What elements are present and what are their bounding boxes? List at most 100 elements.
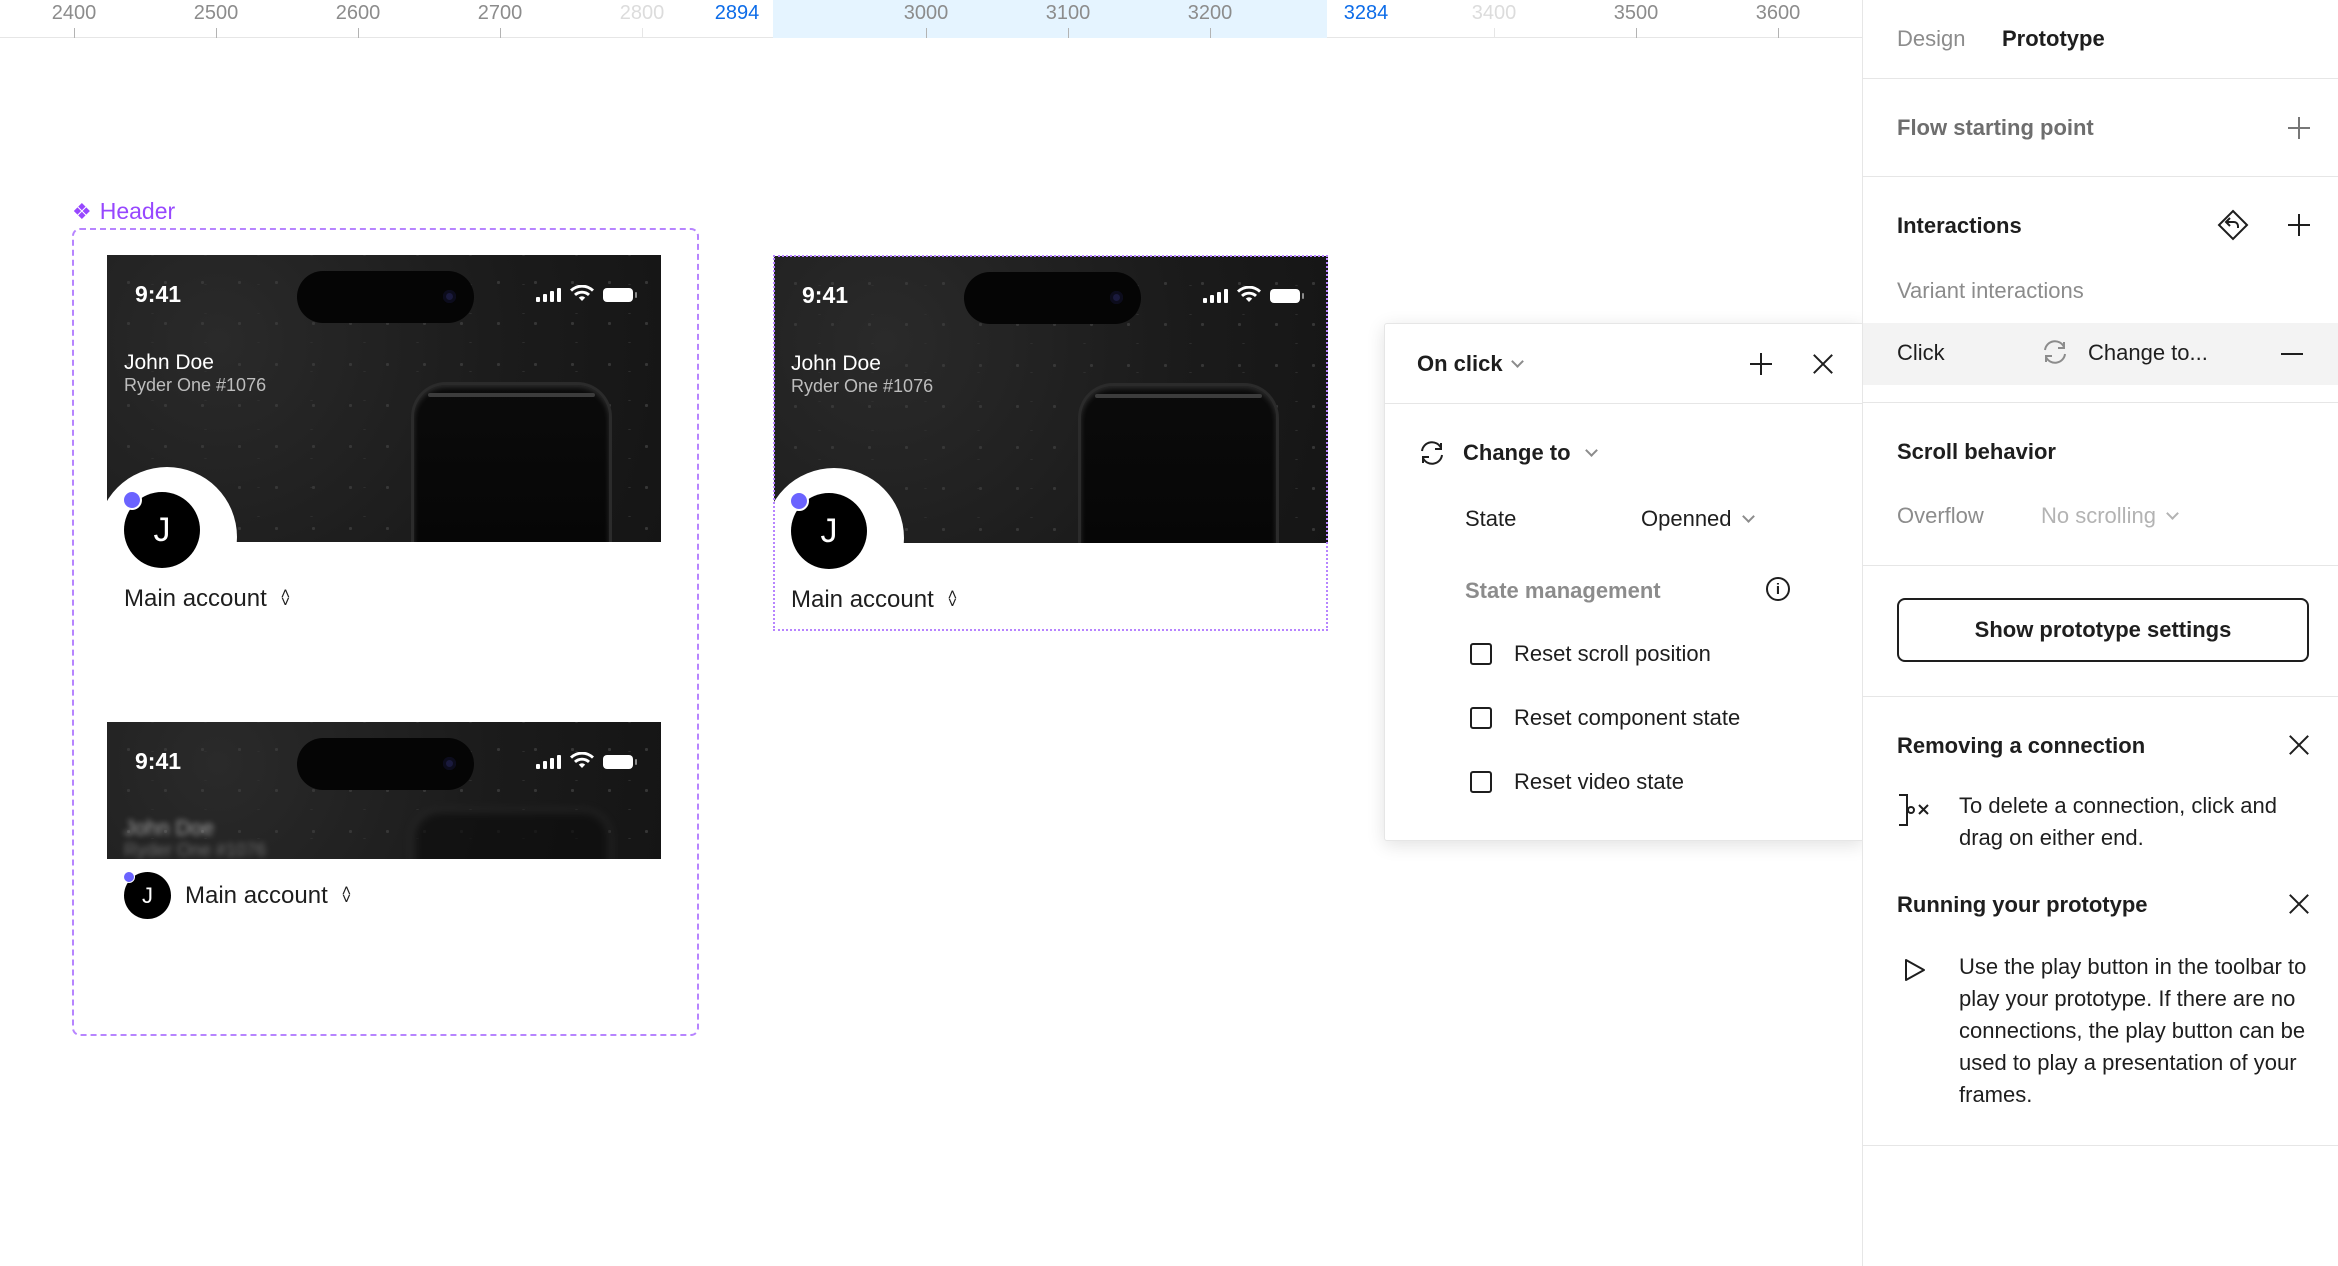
chevron-updown-icon: ˄ ˅ <box>280 586 291 611</box>
wifi-icon <box>570 285 594 301</box>
header-variant-default[interactable]: 9:41 John Doe Ryder One #1076 J Main acc… <box>97 255 667 635</box>
removing-connection-text: To delete a connection, click and drag o… <box>1959 793 2277 850</box>
wifi-icon <box>570 752 594 768</box>
close-icon <box>2288 893 2310 915</box>
chevron-updown-icon: ˄ ˅ <box>341 883 352 908</box>
close-popover-button[interactable] <box>1805 346 1841 382</box>
interaction-trigger: Click <box>1897 340 1945 365</box>
status-time: 9:41 <box>135 281 182 307</box>
hero-image: 9:41 John Doe Ryder One #1076 <box>107 722 661 859</box>
tab-design[interactable]: Design <box>1897 26 1965 52</box>
ruler-tick: 2600 <box>318 0 398 38</box>
scroll-behavior-title: Scroll behavior <box>1897 439 2056 464</box>
component-set-label[interactable]: ❖ Header <box>72 198 175 225</box>
battery-icon <box>603 755 637 769</box>
trigger-dropdown[interactable]: On click <box>1417 351 1524 377</box>
checkbox[interactable] <box>1470 643 1492 665</box>
status-dot <box>122 490 142 510</box>
ruler-selection-end: 3284 <box>1343 2 1389 24</box>
reset-component-option[interactable]: Reset component state <box>1470 705 1740 731</box>
avatar: J <box>122 490 200 568</box>
interactions-title: Interactions <box>1897 213 2022 238</box>
add-action-button[interactable] <box>1743 346 1779 382</box>
interaction-row[interactable]: Click Change to... <box>1863 323 2338 385</box>
running-prototype-title: Running your prototype <box>1897 892 2148 917</box>
device-illustration <box>414 385 609 542</box>
signal-icon <box>536 288 561 302</box>
close-icon <box>2288 734 2310 756</box>
running-prototype-text: Use the play button in the toolbar to pl… <box>1959 954 2307 1107</box>
user-name-blurred: John Doe <box>124 817 214 840</box>
diamond-back-arrow-icon <box>2217 209 2249 241</box>
ruler-tick: 2700 <box>460 0 540 38</box>
status-icons <box>536 752 637 769</box>
header-variant-collapsed[interactable]: 9:41 John Doe Ryder One #1076 J Main acc… <box>107 722 661 922</box>
chevron-down-icon <box>1584 443 1598 457</box>
info-icon[interactable]: i <box>1766 577 1790 601</box>
option-label: Reset component state <box>1514 705 1741 730</box>
account-switcher[interactable]: Main account ˄ ˅ <box>124 585 290 613</box>
dismiss-tip-button[interactable] <box>2281 727 2317 763</box>
overflow-dropdown[interactable]: No scrolling <box>2041 503 2179 529</box>
dynamic-island <box>297 271 474 323</box>
account-label: Main account <box>124 585 267 612</box>
tab-prototype[interactable]: Prototype <box>2002 26 2105 52</box>
ruler-tick: 3000 <box>886 0 966 38</box>
component-set-name: Header <box>99 198 176 224</box>
horizontal-ruler: 2400 2500 2600 2700 2800 2894 3000 3100 … <box>0 0 1862 38</box>
component-set-icon: ❖ <box>72 198 92 224</box>
account-label: Main account <box>185 882 328 909</box>
dynamic-island <box>297 738 474 790</box>
remove-interaction-icon[interactable] <box>2281 353 2303 355</box>
add-flow-button[interactable] <box>2281 110 2317 146</box>
show-prototype-settings-button[interactable]: Show prototype settings <box>1897 598 2309 662</box>
option-label: Reset video state <box>1514 769 1684 794</box>
action-dropdown[interactable]: Change to <box>1417 440 1598 466</box>
checkbox[interactable] <box>1470 771 1492 793</box>
plus-icon <box>2288 117 2310 139</box>
flow-link-button[interactable] <box>2215 207 2251 243</box>
trigger-label: On click <box>1417 351 1503 376</box>
dismiss-tip-button[interactable] <box>2281 886 2317 922</box>
play-icon <box>1905 959 1925 981</box>
selection-outline <box>773 255 1328 631</box>
canvas[interactable]: 2400 2500 2600 2700 2800 2894 3000 3100 … <box>0 0 1862 1266</box>
popover-header: On click <box>1385 324 1862 404</box>
overflow-value: No scrolling <box>2041 503 2156 528</box>
account-switcher[interactable]: Main account ˄ ˅ <box>185 882 351 910</box>
ruler-selection-start: 2894 <box>714 2 760 24</box>
overflow-label: Overflow <box>1897 503 1984 528</box>
state-dropdown[interactable]: Openned <box>1641 506 1755 532</box>
plus-icon <box>1750 353 1772 375</box>
user-subtitle: Ryder One #1076 <box>124 375 267 395</box>
ruler-tick: 3100 <box>1028 0 1108 38</box>
avatar: J <box>123 871 171 919</box>
add-interaction-button[interactable] <box>2281 207 2317 243</box>
ruler-tick: 2400 <box>34 0 114 38</box>
flow-section: Flow starting point <box>1863 79 2338 177</box>
battery-icon <box>603 288 637 302</box>
action-label: Change to <box>1463 440 1571 465</box>
variant-interactions-label: Variant interactions <box>1897 278 2084 303</box>
close-icon <box>1812 353 1834 375</box>
interaction-popover[interactable]: On click Change to State Openned State m… <box>1384 323 1862 841</box>
scroll-behavior-section: Scroll behavior Overflow No scrolling <box>1863 403 2338 566</box>
help-section: Removing a connection To delete a connec… <box>1863 696 2338 1146</box>
device-illustration-blurred <box>414 812 609 859</box>
state-management-label: State management <box>1465 578 1661 603</box>
ruler-tick: 2800 <box>602 0 682 38</box>
change-to-icon <box>2044 340 2066 364</box>
ruler-tick: 3200 <box>1170 0 1250 38</box>
state-value: Openned <box>1641 506 1732 531</box>
user-subtitle-blurred: Ryder One #1076 <box>124 840 267 859</box>
ruler-tick: 3600 <box>1738 0 1818 38</box>
user-name: John Doe <box>124 351 214 374</box>
state-label: State <box>1465 506 1517 531</box>
flow-starting-point-label: Flow starting point <box>1897 115 2094 140</box>
reset-scroll-option[interactable]: Reset scroll position <box>1470 641 1711 667</box>
checkbox[interactable] <box>1470 707 1492 729</box>
reset-video-option[interactable]: Reset video state <box>1470 769 1684 795</box>
properties-panel: Design Prototype Flow starting point Int… <box>1862 0 2338 1266</box>
disconnect-icon <box>1899 794 1929 826</box>
removing-connection-title: Removing a connection <box>1897 733 2146 758</box>
